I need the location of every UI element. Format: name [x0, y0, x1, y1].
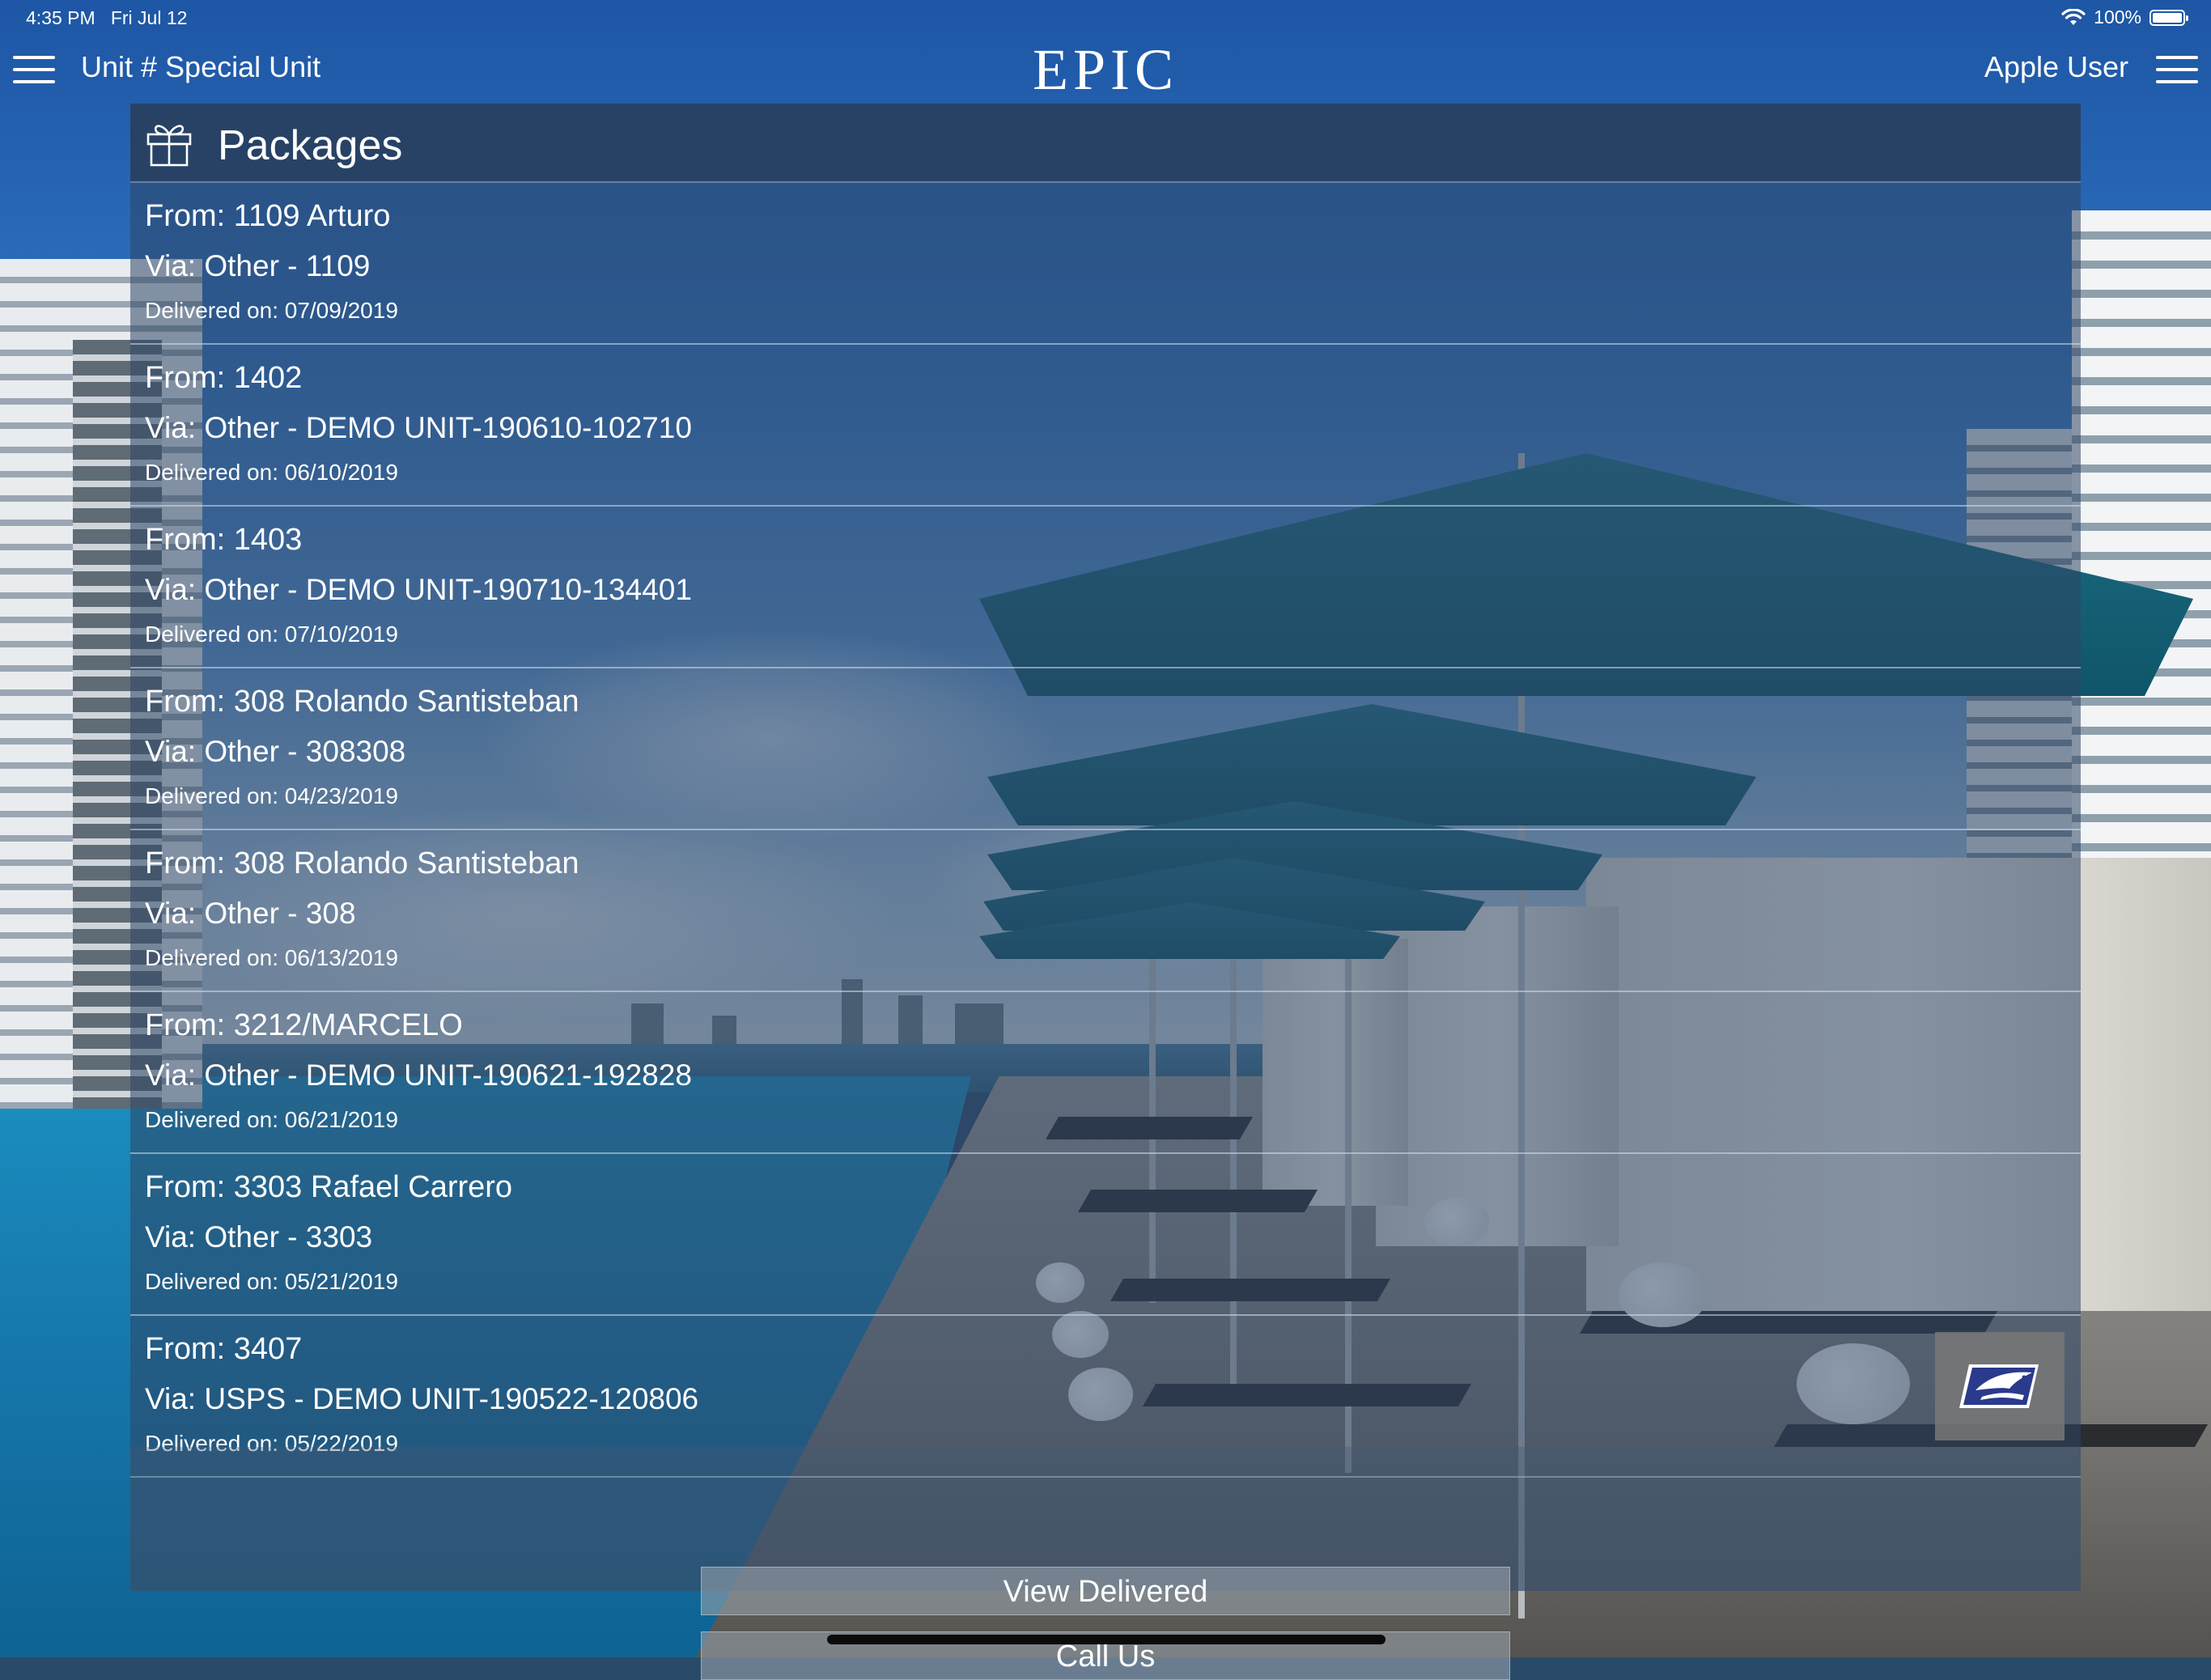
home-indicator[interactable]: [827, 1635, 1386, 1644]
user-name[interactable]: Apple User: [1984, 50, 2128, 84]
package-delivered-date: Delivered on: 06/21/2019: [145, 1107, 398, 1132]
package-via: Via: Other - 308308: [145, 735, 406, 768]
top-nav: Unit # Special Unit EPIC Apple User: [0, 37, 2211, 102]
package-via: Via: Other - DEMO UNIT-190710-134401: [145, 573, 692, 606]
package-from: From: 1402: [145, 361, 303, 395]
package-from: From: 3212/MARCELO: [145, 1008, 463, 1042]
view-delivered-button[interactable]: View Delivered: [701, 1567, 1510, 1615]
hamburger-menu-icon[interactable]: [13, 49, 55, 91]
package-item[interactable]: From: 308 Rolando Santisteban Via: Other…: [130, 668, 2081, 830]
package-from: From: 3303 Rafael Carrero: [145, 1170, 513, 1204]
package-from: From: 308 Rolando Santisteban: [145, 685, 579, 719]
status-right: 100%: [2061, 6, 2188, 28]
usps-eagle-icon: [1959, 1364, 2039, 1408]
status-time: 4:35 PM Fri Jul 12: [26, 7, 187, 29]
battery-fill: [2153, 12, 2182, 23]
package-list[interactable]: From: 1109 Arturo Via: Other - 1109 Deli…: [130, 183, 2081, 1551]
panel-header: Packages: [130, 104, 2081, 183]
package-via: Via: Other - 308: [145, 897, 356, 930]
package-from: From: 1109 Arturo: [145, 199, 391, 233]
actions-area: View Delivered Call Us: [130, 1447, 2081, 1680]
status-date-text: Fri Jul 12: [110, 7, 188, 28]
package-item[interactable]: From: 3303 Rafael Carrero Via: Other - 3…: [130, 1154, 2081, 1316]
package-from: From: 308 Rolando Santisteban: [145, 846, 579, 880]
package-via: Via: Other - 1109: [145, 249, 371, 282]
status-bar: 4:35 PM Fri Jul 12 100%: [0, 0, 2211, 37]
package-delivered-date: Delivered on: 04/23/2019: [145, 783, 398, 808]
package-item[interactable]: From: 308 Rolando Santisteban Via: Other…: [130, 830, 2081, 992]
package-item[interactable]: From: 1109 Arturo Via: Other - 1109 Deli…: [130, 183, 2081, 345]
package-delivered-date: Delivered on: 07/10/2019: [145, 622, 398, 647]
package-delivered-date: Delivered on: 06/13/2019: [145, 945, 398, 970]
battery-percent: 100%: [2094, 6, 2141, 28]
package-item[interactable]: From: 1403 Via: Other - DEMO UNIT-190710…: [130, 507, 2081, 668]
tower: [2072, 210, 2211, 939]
package-via: Via: Other - 3303: [145, 1220, 373, 1254]
package-via: Via: Other - DEMO UNIT-190621-192828: [145, 1058, 692, 1092]
packages-panel: Packages From: 1109 Arturo Via: Other - …: [130, 104, 2081, 1680]
package-item[interactable]: From: 1402 Via: Other - DEMO UNIT-190610…: [130, 345, 2081, 507]
package-delivered-date: Delivered on: 07/09/2019: [145, 298, 398, 323]
panel-title: Packages: [218, 122, 403, 169]
package-from: From: 1403: [145, 523, 303, 557]
package-delivered-date: Delivered on: 05/21/2019: [145, 1269, 398, 1294]
usps-badge: [1935, 1332, 2065, 1440]
user-menu-icon[interactable]: [2156, 49, 2198, 91]
epic-logo: EPIC: [1032, 37, 1179, 102]
package-via: Via: USPS - DEMO UNIT-190522-120806: [145, 1382, 699, 1415]
package-via: Via: Other - DEMO UNIT-190610-102710: [145, 411, 692, 444]
package-from: From: 3407: [145, 1332, 303, 1366]
package-item[interactable]: From: 3212/MARCELO Via: Other - DEMO UNI…: [130, 992, 2081, 1154]
gift-icon: [146, 125, 192, 167]
battery-icon: [2149, 9, 2188, 26]
package-delivered-date: Delivered on: 06/10/2019: [145, 460, 398, 485]
status-time-text: 4:35 PM: [26, 7, 95, 28]
unit-title[interactable]: Unit # Special Unit: [81, 50, 320, 84]
wifi-icon: [2061, 8, 2086, 25]
